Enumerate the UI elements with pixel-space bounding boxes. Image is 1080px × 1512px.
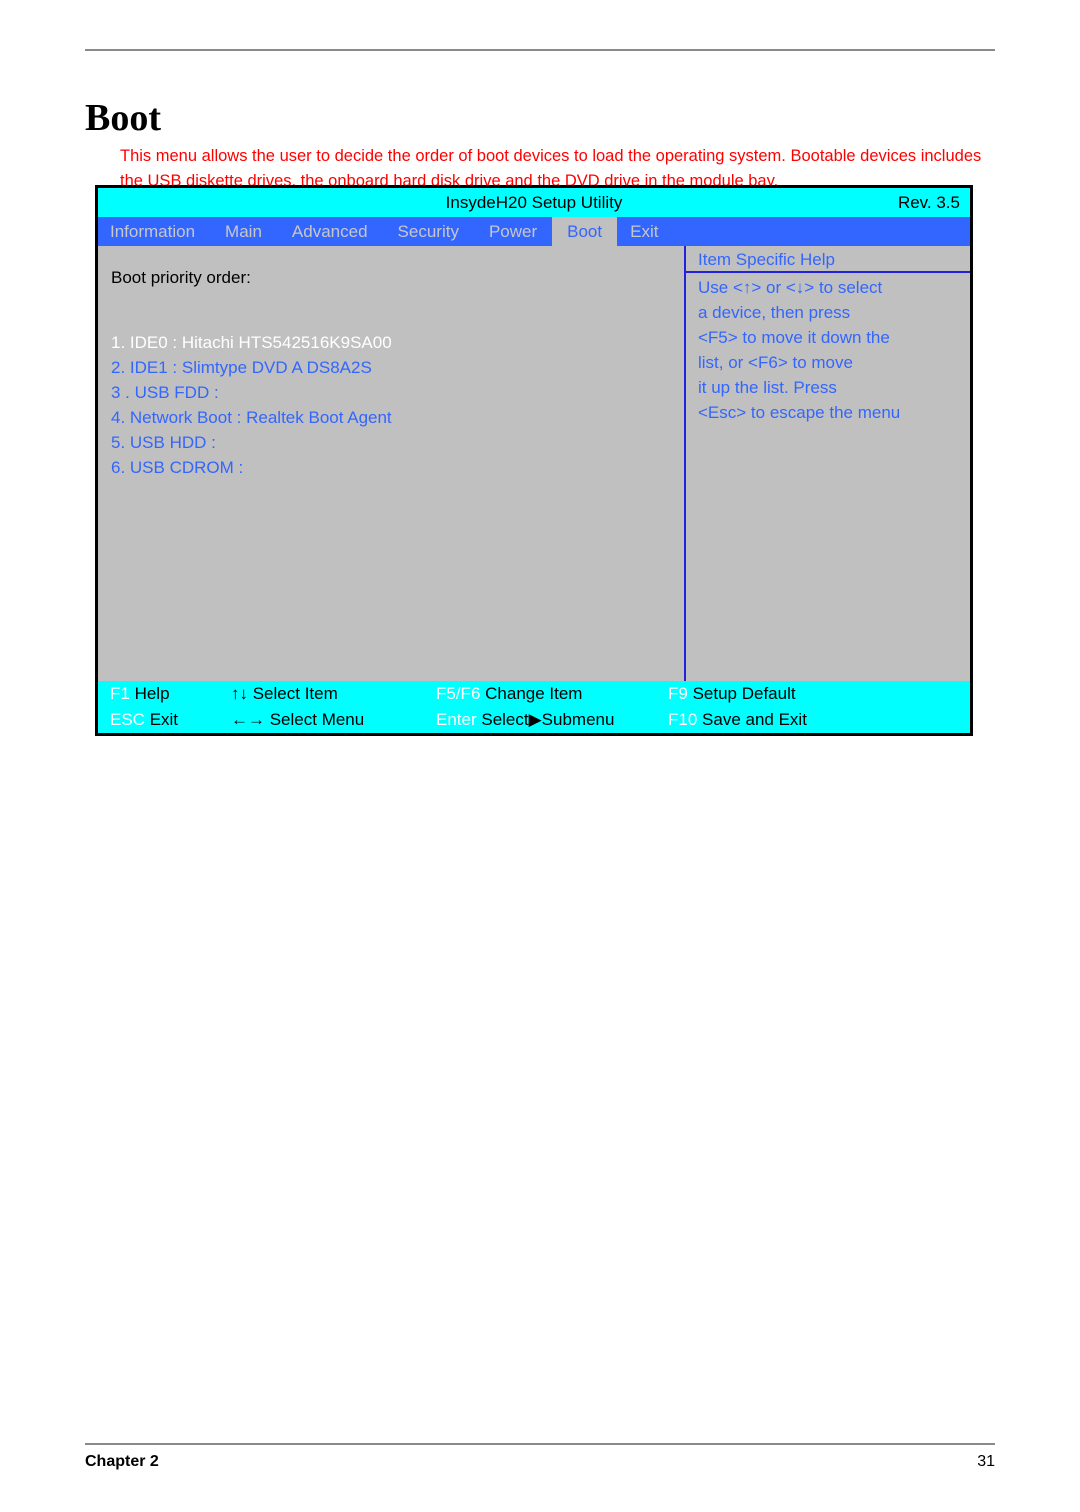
key-desc-setup-default: Setup Default (687, 684, 796, 703)
key-desc-select-item: Select Item (248, 684, 338, 703)
menu-tab-advanced[interactable]: Advanced (277, 217, 383, 246)
key-f10-save-and-exit[interactable]: F10 Save and Exit (668, 707, 807, 733)
menu-tab-main[interactable]: Main (210, 217, 277, 246)
page-bottom-rule (85, 1443, 995, 1445)
bios-setup-utility-window: InsydeH20 Setup Utility Rev. 3.5 Informa… (95, 185, 973, 736)
key-f1-help[interactable]: F1 Help (110, 681, 170, 707)
bios-title-bar: InsydeH20 Setup Utility Rev. 3.5 (98, 188, 970, 217)
menu-tab-power[interactable]: Power (474, 217, 552, 246)
function-key-row-1: F1 Help ↑↓ Select Item F5/F6 Change Item… (98, 681, 970, 707)
key-cap-enter: Enter (436, 710, 477, 729)
key-esc-exit[interactable]: ESC Exit (110, 707, 178, 733)
page-top-rule (85, 49, 995, 51)
help-line-4: list, or <F6> to move (698, 353, 853, 372)
key-f9-setup-default[interactable]: F9 Setup Default (668, 681, 796, 707)
help-line-2: a device, then press (698, 303, 851, 322)
left-right-arrow-icon: ←→ (231, 710, 265, 729)
key-cap-f9: F9 (668, 684, 688, 703)
key-desc-help: Help (129, 684, 170, 703)
menu-tab-security[interactable]: Security (383, 217, 474, 246)
boot-list-item-4[interactable]: 4. Network Boot : Realtek Boot Agent (111, 405, 671, 430)
key-arrows-select-item[interactable]: ↑↓ Select Item (231, 681, 338, 707)
bios-content-area: Boot priority order: 1. IDE0 : Hitachi H… (98, 246, 970, 681)
bios-menu-bar: Information Main Advanced Security Power… (98, 217, 970, 246)
help-line-6: <Esc> to escape the menu (698, 403, 901, 422)
boot-list-item-1[interactable]: 1. IDE0 : Hitachi HTS542516K9SA00 (111, 330, 671, 355)
boot-list-item-3[interactable]: 3 . USB FDD : (111, 380, 671, 405)
key-arrows-select-menu[interactable]: ←→ Select Menu (231, 707, 364, 733)
menu-tab-boot[interactable]: Boot (552, 217, 618, 246)
bios-revision: Rev. 3.5 (897, 192, 960, 212)
boot-priority-heading: Boot priority order: (111, 268, 251, 287)
bios-utility-name: InsydeH20 Setup Utility (445, 192, 623, 212)
help-line-3: <F5> to move it down the (698, 328, 890, 347)
function-key-row-2: ESC Exit ←→ Select Menu Enter Select▶Sub… (98, 707, 970, 733)
key-desc-select-menu: Select Menu (265, 710, 365, 729)
boot-priority-pane: Boot priority order: 1. IDE0 : Hitachi H… (98, 246, 684, 681)
menu-tab-exit[interactable]: Exit (617, 217, 970, 246)
up-down-arrow-icon: ↑↓ (231, 684, 248, 703)
key-desc-save-and-exit: Save and Exit (697, 710, 807, 729)
item-specific-help-pane: Item Specific Help Use <↑> or <↓> to sel… (686, 246, 970, 681)
key-enter-select-submenu[interactable]: Enter Select▶Submenu (436, 707, 614, 733)
item-specific-help-body: Use <↑> or <↓> to select a device, then … (686, 273, 970, 425)
key-cap-f5-f6: F5/F6 (436, 684, 481, 703)
key-cap-f10: F10 (668, 710, 698, 729)
help-line-5: it up the list. Press (698, 378, 837, 397)
help-line-1: Use <↑> or <↓> to select (698, 278, 883, 297)
page-title: Boot (85, 97, 161, 140)
key-cap-f1: F1 (110, 684, 130, 703)
menu-tab-information[interactable]: Information (98, 217, 210, 246)
boot-list-item-5[interactable]: 5. USB HDD : (111, 430, 671, 455)
function-key-bar: F1 Help ↑↓ Select Item F5/F6 Change Item… (98, 681, 970, 733)
footer-page-number: 31 (977, 1453, 995, 1470)
key-desc-select-submenu: Select▶Submenu (476, 710, 615, 729)
boot-list-item-6[interactable]: 6. USB CDROM : (111, 455, 671, 480)
key-f5-f6-change-item[interactable]: F5/F6 Change Item (436, 681, 582, 707)
item-specific-help-title: Item Specific Help (686, 246, 970, 273)
key-desc-change-item: Change Item (480, 684, 583, 703)
key-desc-exit: Exit (144, 710, 179, 729)
key-cap-esc: ESC (110, 710, 145, 729)
boot-priority-list: 1. IDE0 : Hitachi HTS542516K9SA00 2. IDE… (111, 330, 671, 480)
boot-list-item-2[interactable]: 2. IDE1 : Slimtype DVD A DS8A2S (111, 355, 671, 380)
